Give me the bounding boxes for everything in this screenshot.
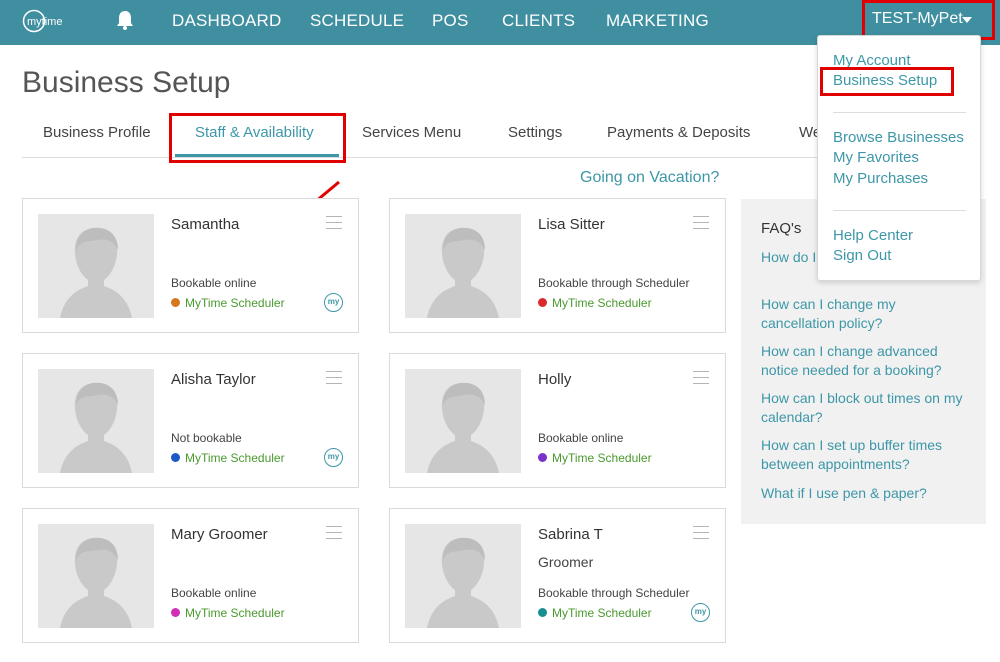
staff-name: Mary Groomer	[171, 526, 268, 543]
menu-item-my-purchases[interactable]: My Purchases	[833, 170, 928, 187]
faq-link-block-times[interactable]: How can I block out times on my calendar…	[761, 389, 966, 427]
faq-title: FAQ's	[761, 220, 802, 237]
staff-name: Holly	[538, 371, 572, 388]
hamburger-menu-icon[interactable]	[693, 526, 709, 540]
scheduler-color-dot	[538, 453, 547, 462]
faq-link-cancellation[interactable]: How can I change my cancellation policy?	[761, 295, 966, 333]
bell-icon[interactable]	[115, 9, 135, 31]
staff-name: Lisa Sitter	[538, 216, 605, 233]
scheduler-color-dot	[171, 453, 180, 462]
hamburger-menu-icon[interactable]	[693, 216, 709, 230]
staff-avatar	[405, 214, 521, 318]
staff-scheduler: MyTime Scheduler	[171, 296, 285, 310]
mytime-badge-icon: my	[691, 603, 710, 622]
scheduler-label: MyTime Scheduler	[552, 296, 652, 310]
menu-divider	[833, 210, 966, 211]
mytime-logo[interactable]: mytime	[22, 9, 80, 33]
active-tab-highlight	[169, 113, 346, 163]
scheduler-color-dot	[538, 608, 547, 617]
staff-avatar	[405, 369, 521, 473]
staff-booking-status: Bookable through Scheduler	[538, 586, 690, 600]
staff-booking-status: Bookable through Scheduler	[538, 276, 690, 290]
hamburger-menu-icon[interactable]	[326, 371, 342, 385]
menu-divider	[833, 112, 966, 113]
nav-clients[interactable]: CLIENTS	[502, 11, 575, 31]
staff-booking-status: Bookable online	[538, 431, 624, 445]
scheduler-label: MyTime Scheduler	[185, 451, 285, 465]
page-title: Business Setup	[22, 66, 231, 99]
svg-text:mytime: mytime	[27, 16, 62, 28]
account-menu-highlight	[862, 0, 995, 40]
tab-business-profile[interactable]: Business Profile	[43, 124, 151, 141]
staff-avatar	[38, 524, 154, 628]
scheduler-color-dot	[171, 608, 180, 617]
tab-settings[interactable]: Settings	[508, 124, 562, 141]
staff-card[interactable]: Mary Groomer Bookable online MyTime Schedu…	[22, 508, 359, 643]
staff-scheduler: MyTime Scheduler	[538, 296, 652, 310]
staff-booking-status: Bookable online	[171, 276, 257, 290]
staff-avatar	[405, 524, 521, 628]
staff-scheduler: MyTime Scheduler	[538, 606, 652, 620]
hamburger-menu-icon[interactable]	[693, 371, 709, 385]
faq-link-advanced-notice[interactable]: How can I change advanced notice needed …	[761, 342, 966, 380]
scheduler-color-dot	[171, 298, 180, 307]
scheduler-label: MyTime Scheduler	[185, 606, 285, 620]
staff-scheduler: MyTime Scheduler	[538, 451, 652, 465]
staff-card[interactable]: Lisa Sitter Bookable through Scheduler MyT…	[389, 198, 726, 333]
staff-avatar	[38, 214, 154, 318]
mytime-badge-icon: my	[324, 293, 343, 312]
menu-item-help-center[interactable]: Help Center	[833, 227, 913, 244]
going-on-vacation-link[interactable]: Going on Vacation?	[580, 169, 719, 187]
staff-avatar	[38, 369, 154, 473]
staff-card[interactable]: Samantha Bookable online MyTime Scheduler m…	[22, 198, 359, 333]
staff-name: Samantha	[171, 216, 240, 233]
scheduler-color-dot	[538, 298, 547, 307]
staff-scheduler: MyTime Scheduler	[171, 606, 285, 620]
staff-booking-status: Not bookable	[171, 431, 242, 445]
hamburger-menu-icon[interactable]	[326, 526, 342, 540]
nav-marketing[interactable]: MARKETING	[606, 11, 709, 31]
business-setup-highlight	[820, 67, 954, 96]
menu-item-browse-businesses[interactable]: Browse Businesses	[833, 129, 964, 146]
menu-item-sign-out[interactable]: Sign Out	[833, 247, 891, 264]
staff-card[interactable]: Alisha Taylor Not bookable MyTime Schedule…	[22, 353, 359, 488]
nav-pos[interactable]: POS	[432, 11, 469, 31]
tab-payments-deposits[interactable]: Payments & Deposits	[607, 124, 750, 141]
mytime-badge-icon: my	[324, 448, 343, 467]
staff-card[interactable]: Sabrina T Groomer Bookable through Schedul…	[389, 508, 726, 643]
staff-name: Alisha Taylor	[171, 371, 256, 388]
faq-link-pen-paper[interactable]: What if I use pen & paper?	[761, 484, 966, 503]
tabs-divider	[22, 157, 842, 158]
scheduler-label: MyTime Scheduler	[552, 606, 652, 620]
staff-role: Groomer	[538, 554, 594, 570]
menu-item-my-favorites[interactable]: My Favorites	[833, 149, 919, 166]
hamburger-menu-icon[interactable]	[326, 216, 342, 230]
nav-schedule[interactable]: SCHEDULE	[310, 11, 404, 31]
staff-name: Sabrina T	[538, 526, 603, 543]
staff-booking-status: Bookable online	[171, 586, 257, 600]
nav-dashboard[interactable]: DASHBOARD	[172, 11, 282, 31]
scheduler-label: MyTime Scheduler	[552, 451, 652, 465]
faq-link-buffer-times[interactable]: How can I set up buffer times between ap…	[761, 436, 966, 474]
staff-scheduler: MyTime Scheduler	[171, 451, 285, 465]
staff-card[interactable]: Holly Bookable online MyTime Scheduler	[389, 353, 726, 488]
scheduler-label: MyTime Scheduler	[185, 296, 285, 310]
tab-services-menu[interactable]: Services Menu	[362, 124, 461, 141]
